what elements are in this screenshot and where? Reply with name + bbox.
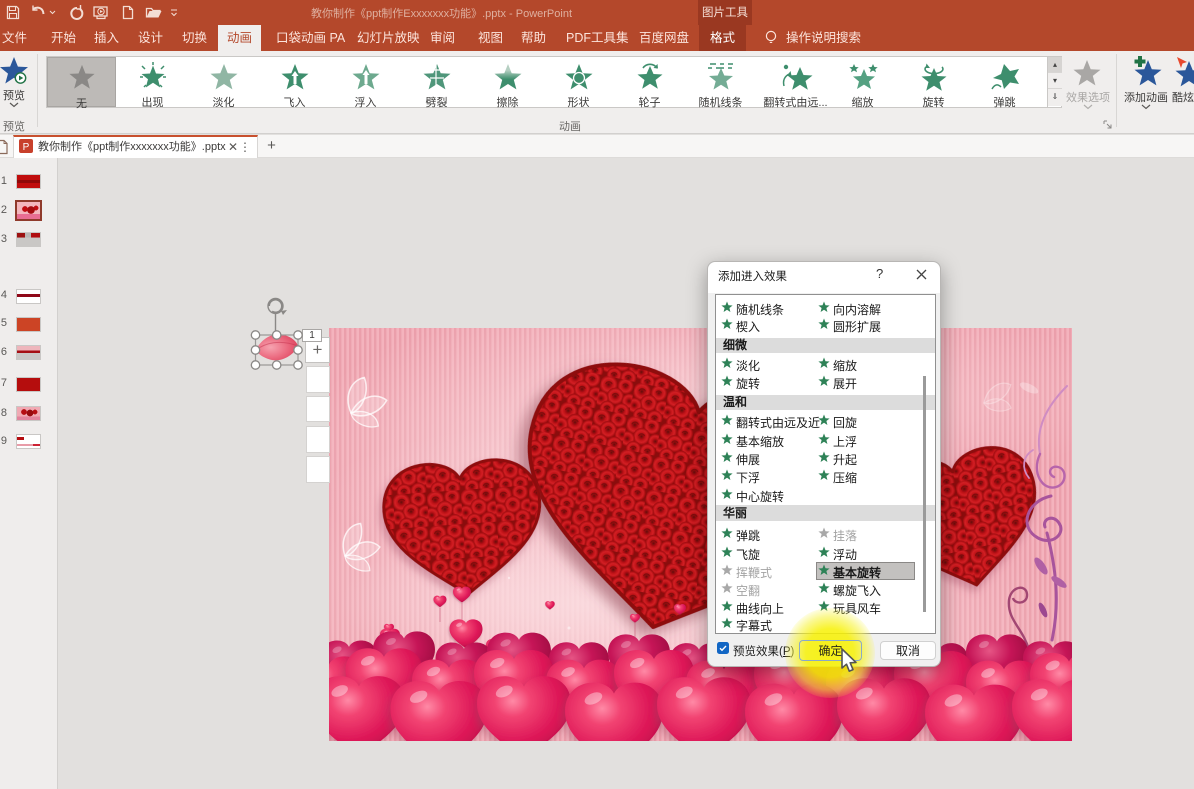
svg-text:P: P <box>23 142 30 153</box>
